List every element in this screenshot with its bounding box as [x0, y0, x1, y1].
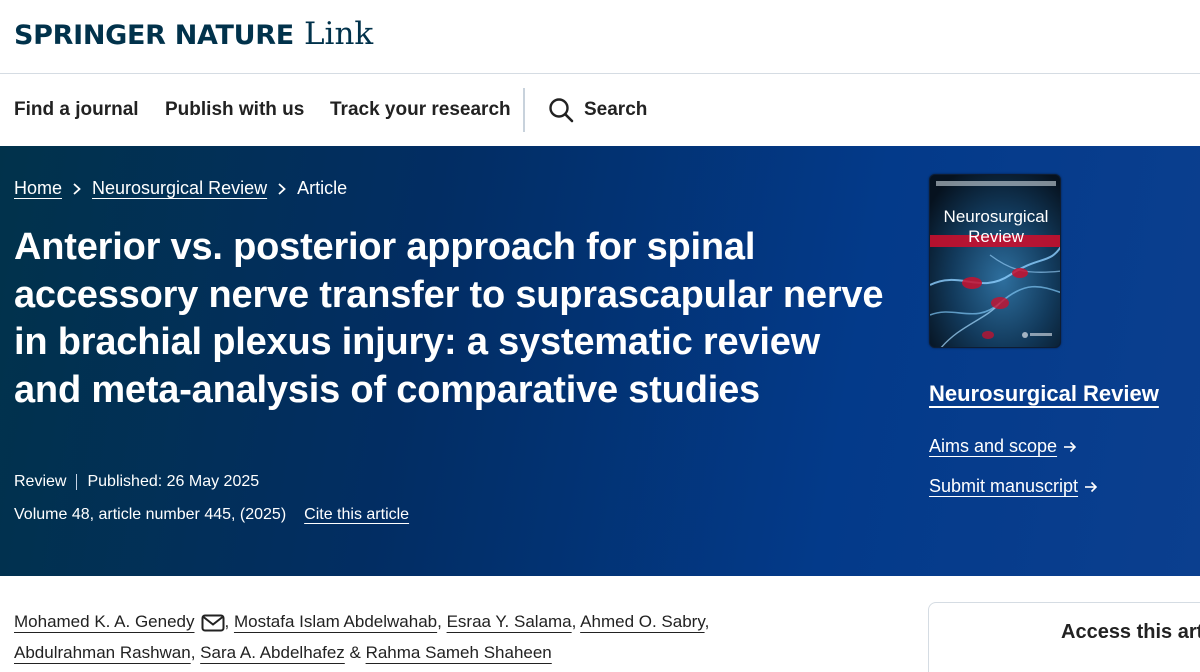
author-link[interactable]: Abdulrahman Rashwan [14, 643, 191, 662]
breadcrumb-journal[interactable]: Neurosurgical Review [92, 178, 267, 199]
article-meta: Review Published: 26 May 2025 [14, 473, 259, 491]
logo-brand-name: SPRINGER NATURE [14, 20, 294, 51]
breadcrumb-current: Article [297, 178, 348, 198]
chevron-right-icon [72, 182, 82, 195]
author-list: Mohamed K. A. Genedy, Mostafa Islam Abde… [14, 612, 710, 662]
published-date: Published: 26 May 2025 [87, 473, 260, 490]
volume-info: Volume 48, article number 445, (2025) [14, 506, 287, 523]
submit-manuscript-label: Submit manuscript [929, 476, 1079, 496]
aims-scope-link[interactable]: Aims and scope [929, 436, 1077, 457]
logo-product-name: Link [303, 16, 374, 52]
cover-title-line2: Review [968, 227, 1024, 246]
author-link[interactable]: Esraa Y. Salama [447, 612, 572, 631]
breadcrumb-home[interactable]: Home [14, 178, 62, 199]
author-link[interactable]: Mostafa Islam Abdelwahab [234, 612, 437, 631]
author-link[interactable]: Ahmed O. Sabry [580, 612, 704, 631]
mail-icon[interactable] [201, 614, 225, 632]
article-title: Anterior vs. posterior approach for spin… [14, 226, 884, 411]
search-icon [549, 98, 574, 123]
journal-cover[interactable]: Neurosurgical Review [929, 174, 1061, 348]
nav-find-journal[interactable]: Find a journal [14, 99, 139, 121]
search-label: Search [584, 99, 648, 120]
access-box: Access this article [928, 602, 1200, 672]
main-nav: Find a journal Publish with us Track you… [0, 75, 1200, 146]
nav-track-research[interactable]: Track your research [330, 99, 511, 121]
cover-title-line1: Neurosurgical [943, 207, 1049, 226]
article-type: Review [14, 473, 67, 490]
access-title: Access this article [1061, 621, 1200, 643]
article-hero: Home Neurosurgical Review Article Anteri… [0, 146, 1200, 576]
cover-title: Neurosurgical Review [930, 207, 1060, 247]
journal-name-link[interactable]: Neurosurgical Review [929, 381, 1159, 407]
cite-article-link[interactable]: Cite this article [304, 506, 409, 524]
author-link[interactable]: Sara A. Abdelhafez [200, 643, 345, 662]
arrow-right-icon [1085, 481, 1098, 492]
search-button[interactable]: Search [548, 97, 647, 123]
cover-artwork [930, 175, 1060, 347]
nav-divider [523, 88, 525, 132]
submit-manuscript-link[interactable]: Submit manuscript [929, 476, 1098, 497]
author-link[interactable]: Rahma Sameh Shaheen [366, 643, 552, 662]
springer-nature-link-logo[interactable]: SPRINGER NATURE Link [14, 16, 373, 52]
nav-publish-with-us[interactable]: Publish with us [165, 99, 304, 121]
chevron-right-icon [277, 182, 287, 195]
breadcrumb: Home Neurosurgical Review Article [14, 178, 347, 199]
aims-scope-label: Aims and scope [929, 436, 1058, 456]
author-link[interactable]: Mohamed K. A. Genedy [14, 612, 195, 631]
brand-header: SPRINGER NATURE Link [0, 0, 1200, 74]
meta-divider [76, 474, 78, 490]
article-volume-row: Volume 48, article number 445, (2025) Ci… [14, 506, 409, 524]
arrow-right-icon [1064, 441, 1077, 452]
